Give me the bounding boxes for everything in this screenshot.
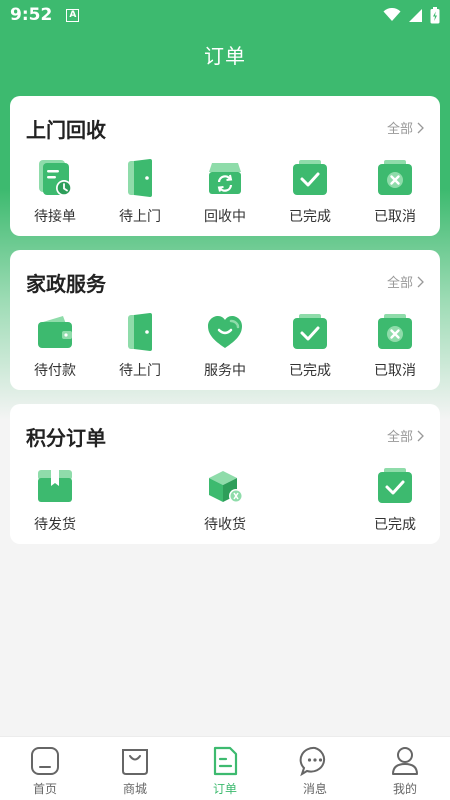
document-clock-icon: [39, 160, 72, 196]
item-label: 已取消: [374, 209, 416, 225]
view-all-label: 全部: [386, 122, 413, 137]
view-all-label: 全部: [386, 430, 413, 445]
recycle-box-icon: [209, 163, 241, 194]
notification-a-icon: A: [66, 8, 80, 22]
tab-label: 消息: [302, 782, 327, 796]
tab-profile[interactable]: 我的: [360, 737, 450, 800]
status-time: 9:52: [10, 5, 53, 25]
order-status-completed[interactable]: 已完成: [355, 466, 435, 534]
delivery-box-icon: [209, 471, 243, 503]
message-icon: [299, 746, 326, 777]
order-status-recycling[interactable]: 回收中: [185, 158, 265, 226]
tab-messages[interactable]: 消息: [270, 737, 360, 800]
item-label: 待上门: [119, 363, 161, 379]
item-label: 待上门: [119, 209, 161, 225]
section-points-orders: 积分订单 全部 待发货 待收货 已完成: [10, 404, 440, 544]
tab-label: 商城: [122, 782, 147, 796]
package-icon: [38, 470, 72, 502]
chevron-right-icon: [417, 430, 424, 441]
order-status-pending-visit[interactable]: 待上门: [100, 158, 180, 226]
view-all-link[interactable]: 全部: [387, 118, 424, 137]
section-title: 积分订单: [26, 426, 106, 450]
order-icon: [213, 746, 238, 776]
shopping-bag-icon: [122, 749, 148, 775]
heart-smile-icon: [208, 316, 242, 348]
item-label: 已完成: [289, 209, 331, 225]
view-all-link[interactable]: 全部: [387, 272, 424, 291]
section-title: 上门回收: [26, 118, 106, 142]
check-clipboard-icon: [378, 468, 412, 503]
bottom-tab-bar: 首页 商城 订单 消息 我的: [0, 736, 450, 800]
chevron-right-icon: [417, 276, 424, 287]
tab-label: 首页: [32, 782, 57, 796]
order-status-pending-shipment[interactable]: 待发货: [15, 466, 95, 534]
tab-label: 订单: [212, 782, 237, 796]
section-onsite-recycling: 上门回收 全部 待接单 待上门 回收中 已完成 已取消: [10, 96, 440, 236]
order-status-cancelled[interactable]: 已取消: [355, 312, 435, 380]
order-status-pending-payment[interactable]: 待付款: [15, 312, 95, 380]
item-label: 待接单: [34, 209, 76, 225]
status-bar: 9:52 A: [0, 0, 450, 30]
tab-mall[interactable]: 商城: [90, 737, 180, 800]
order-status-pending-receipt[interactable]: 待收货: [185, 466, 265, 534]
check-clipboard-icon: [293, 314, 327, 349]
item-label: 待付款: [34, 363, 76, 379]
chevron-right-icon: [417, 122, 424, 133]
wifi-icon: [383, 8, 401, 21]
tab-orders[interactable]: 订单: [180, 737, 270, 800]
order-status-pending-visit[interactable]: 待上门: [100, 312, 180, 380]
door-icon: [128, 313, 152, 351]
order-status-completed[interactable]: 已完成: [270, 158, 350, 226]
item-label: 已完成: [374, 517, 416, 533]
item-label: 待发货: [34, 517, 76, 533]
section-housekeeping: 家政服务 全部 待付款 待上门 服务中 已完成 已取消: [10, 250, 440, 390]
order-status-in-service[interactable]: 服务中: [185, 312, 265, 380]
user-icon: [392, 747, 418, 775]
tab-label: 我的: [392, 782, 417, 796]
home-icon: [31, 747, 59, 775]
page-title: 订单: [204, 44, 246, 68]
item-label: 已取消: [374, 363, 416, 379]
door-icon: [128, 159, 152, 197]
tab-home[interactable]: 首页: [0, 737, 90, 800]
item-label: 回收中: [204, 209, 246, 225]
section-title: 家政服务: [26, 272, 106, 296]
item-label: 服务中: [204, 363, 246, 379]
order-status-cancelled[interactable]: 已取消: [355, 158, 435, 226]
order-status-completed[interactable]: 已完成: [270, 312, 350, 380]
cancel-clipboard-icon: [378, 160, 412, 195]
view-all-link[interactable]: 全部: [387, 426, 424, 445]
battery-icon: [430, 6, 440, 23]
item-label: 已完成: [289, 363, 331, 379]
order-status-pending-accept[interactable]: 待接单: [15, 158, 95, 226]
item-label: 待收货: [204, 517, 246, 533]
cancel-clipboard-icon: [378, 314, 412, 349]
view-all-label: 全部: [386, 276, 413, 291]
check-clipboard-icon: [293, 160, 327, 195]
wallet-icon: [38, 316, 72, 348]
signal-icon: [409, 8, 422, 22]
